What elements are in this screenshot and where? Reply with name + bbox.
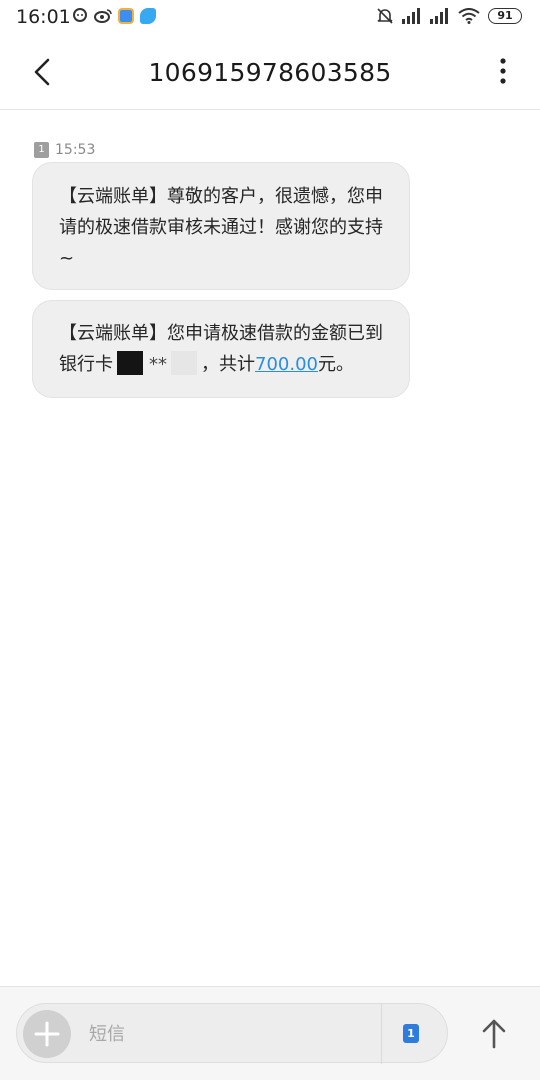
conversation-header: 106915978603585 [0, 34, 540, 110]
plus-icon [34, 1021, 60, 1047]
wifi-icon [458, 8, 480, 24]
signal-icon [402, 8, 420, 24]
notification-icons [72, 8, 156, 24]
sim-switch-icon[interactable]: 1 [403, 1024, 419, 1043]
sms-input[interactable] [89, 1014, 379, 1054]
send-arrow-icon[interactable] [476, 1015, 512, 1051]
status-bar: 16:01 91 [0, 0, 540, 34]
status-time: 16:01 [16, 6, 71, 28]
redaction-mark [117, 351, 143, 375]
calendar-app-icon [118, 8, 134, 24]
divider [381, 1004, 382, 1064]
blue-app-icon [140, 8, 156, 24]
message-bubble[interactable]: 【云端账单】尊敬的客户，很遗憾，您申请的极速借款审核未通过！感谢您的支持~ [32, 162, 410, 290]
message-composer: 1 [0, 986, 540, 1080]
message-text: 【云端账单】尊敬的客户，很遗憾，您申请的极速借款审核未通过！感谢您的支持~ [59, 186, 383, 269]
more-options-icon[interactable] [496, 56, 510, 88]
battery-icon: 91 [488, 8, 522, 24]
mute-icon [377, 8, 393, 24]
masked-card-number: ** [149, 354, 167, 375]
sim-badge-icon: 1 [34, 142, 49, 158]
message-text: ，共计 [201, 354, 255, 375]
input-pill: 1 [16, 1003, 448, 1064]
sender-number-title: 106915978603585 [148, 58, 392, 87]
signal-icon [430, 8, 448, 24]
weibo-icon [94, 9, 112, 23]
amount-link[interactable]: 700.00 [255, 354, 318, 375]
attach-button[interactable] [23, 1010, 71, 1058]
message-text: 元。 [317, 354, 354, 375]
timestamp-text: 15:53 [55, 142, 96, 158]
message-bubble[interactable]: 【云端账单】您申请极速借款的金额已到银行卡 ** ，共计700.00元。 [32, 300, 410, 398]
chat-app-icon [73, 8, 87, 22]
redaction-mark [171, 351, 197, 375]
message-timestamp: 1 15:53 [34, 142, 95, 158]
system-icons: 91 [376, 7, 522, 25]
